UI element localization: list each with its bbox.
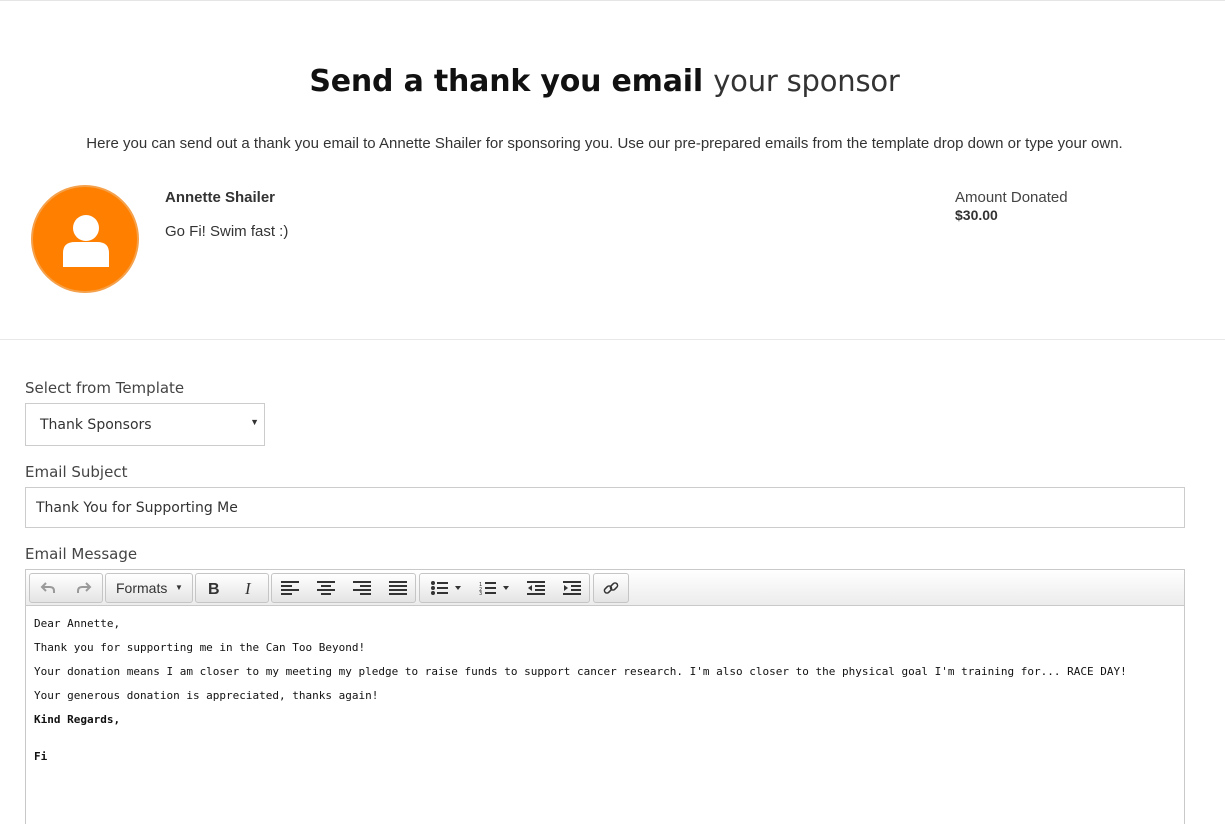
bullet-list-button[interactable]	[422, 574, 470, 602]
editor-line: Dear Annette,	[34, 617, 121, 630]
align-left-icon	[281, 581, 299, 595]
template-select-value: Thank Sponsors	[40, 417, 152, 433]
formats-label: Formats	[116, 580, 168, 596]
template-select[interactable]: Thank Sponsors ▼	[25, 403, 265, 446]
page-title: Send a thank you email your sponsor	[0, 64, 1209, 99]
undo-button[interactable]	[30, 574, 66, 602]
caret-down-icon: ▼	[175, 583, 183, 592]
amount-donated-value: $30.00	[955, 207, 998, 223]
editor-line: Kind Regards,	[34, 713, 121, 726]
amount-donated-label: Amount Donated	[955, 189, 1068, 206]
numbered-list-button[interactable]: 1 2 3	[470, 574, 518, 602]
align-center-icon	[317, 581, 335, 595]
bold-icon: B	[208, 581, 220, 595]
sponsor-message: Go Fi! Swim fast :)	[165, 223, 289, 240]
undo-icon	[40, 582, 55, 593]
formats-dropdown[interactable]: Formats ▼	[105, 573, 193, 603]
indent-button[interactable]	[554, 574, 590, 602]
list-group: 1 2 3	[419, 573, 590, 603]
editor-toolbar: Formats ▼ B I 1 2 3	[26, 570, 1184, 606]
editor-line: Thank you for supporting me in the Can T…	[34, 641, 366, 654]
intro-text: Here you can send out a thank you email …	[86, 135, 1123, 152]
link-icon	[603, 582, 619, 594]
editor-line: Your donation means I am closer to my me…	[34, 665, 1127, 678]
svg-text:I: I	[244, 581, 252, 595]
italic-button[interactable]: I	[232, 574, 268, 602]
sponsor-name: Annette Shailer	[165, 189, 276, 206]
align-center-button[interactable]	[308, 574, 344, 602]
indent-icon	[563, 581, 581, 595]
top-rule	[0, 0, 1225, 2]
text-style-group: B I	[195, 573, 269, 603]
svg-text:B: B	[208, 581, 220, 595]
subject-input[interactable]	[25, 487, 1185, 528]
align-justify-button[interactable]	[380, 574, 416, 602]
align-right-icon	[353, 581, 371, 595]
redo-icon	[77, 582, 92, 593]
editor-line: Fi	[34, 750, 48, 763]
alignment-group	[271, 573, 416, 603]
template-label: Select from Template	[25, 379, 185, 397]
sponsor-avatar	[31, 185, 139, 293]
page-title-strong: Send a thank you email	[309, 64, 703, 99]
outdent-button[interactable]	[518, 574, 554, 602]
section-divider	[0, 339, 1225, 340]
align-right-button[interactable]	[344, 574, 380, 602]
editor-line: Your generous donation is appreciated, t…	[34, 689, 379, 702]
redo-button[interactable]	[66, 574, 102, 602]
page-title-light: your sponsor	[713, 64, 900, 98]
align-justify-icon	[389, 581, 407, 595]
svg-text:3: 3	[479, 591, 482, 595]
italic-icon: I	[244, 581, 252, 595]
message-editor[interactable]: Formats ▼ B I 1 2 3 Dear Annette, Thank …	[25, 569, 1185, 824]
link-group	[593, 573, 629, 603]
bullet-list-icon	[431, 581, 461, 595]
subject-label: Email Subject	[25, 463, 128, 481]
numbered-list-icon: 1 2 3	[479, 582, 509, 595]
insert-link-button[interactable]	[594, 574, 628, 602]
history-group	[29, 573, 103, 603]
bold-button[interactable]: B	[196, 574, 232, 602]
message-label: Email Message	[25, 545, 138, 563]
user-icon	[63, 215, 109, 267]
align-left-button[interactable]	[272, 574, 308, 602]
outdent-icon	[527, 581, 545, 595]
chevron-down-icon: ▼	[250, 417, 259, 427]
